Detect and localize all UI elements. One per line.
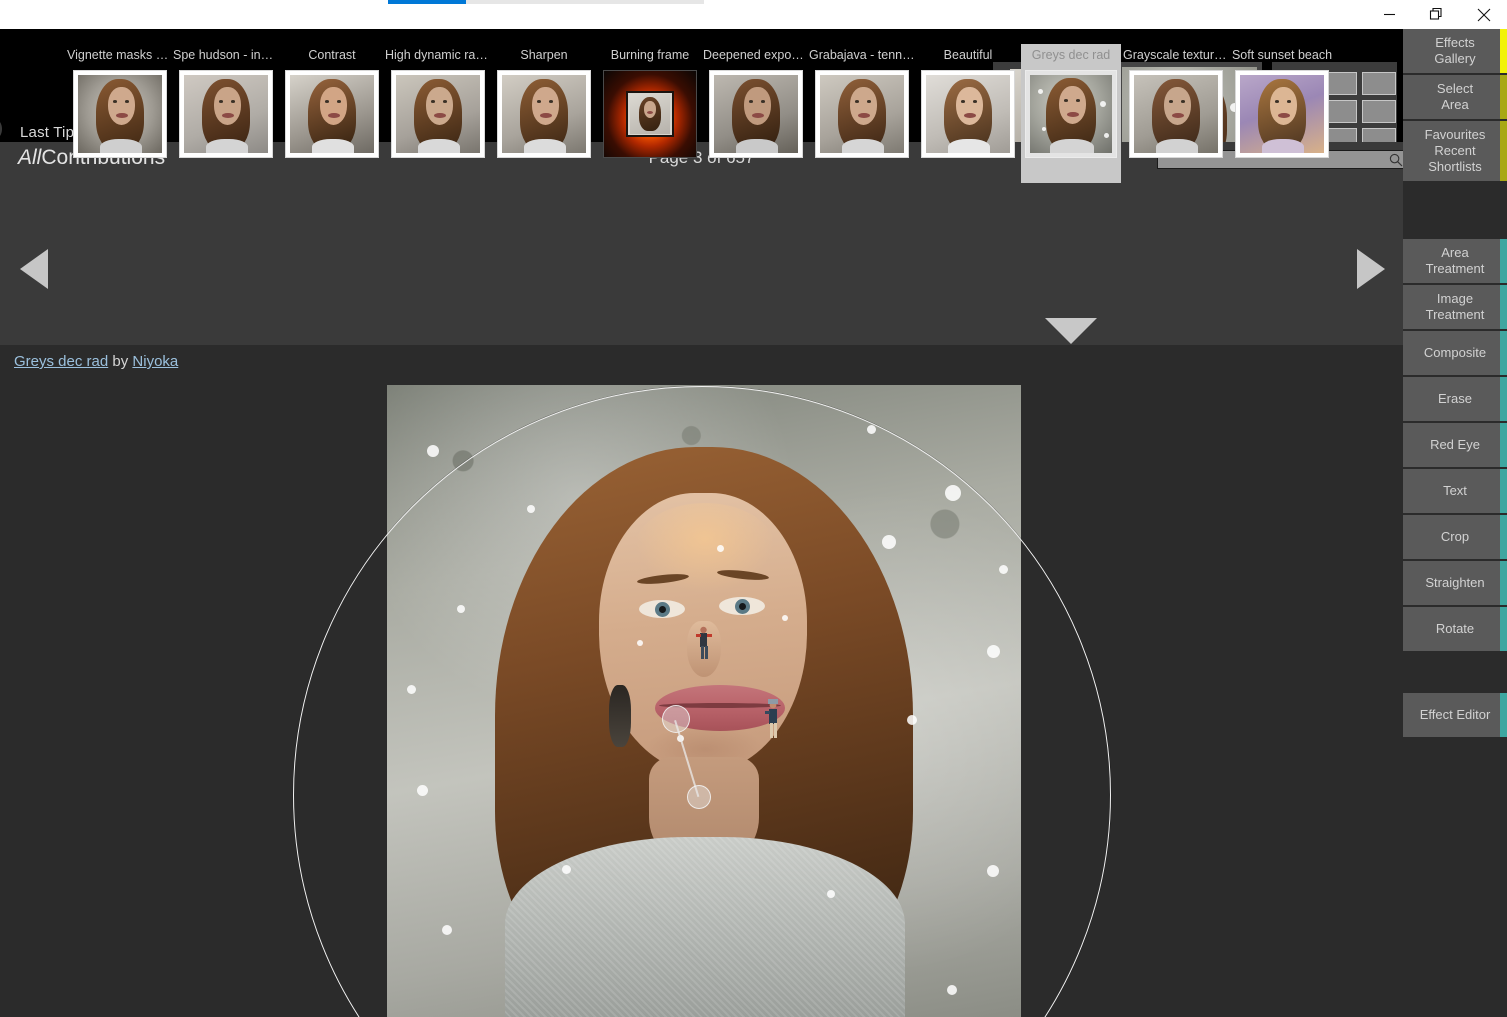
effect-thumb-9-image — [1025, 70, 1117, 158]
effect-thumb-5-label: Burning frame — [610, 48, 690, 62]
sidebar-item-rotate[interactable]: Rotate — [1403, 607, 1507, 651]
effect-thumb-7-label: Grabajava - tennis... — [809, 48, 915, 62]
effect-thumb-2[interactable]: Contrast — [279, 48, 385, 178]
effect-thumb-10-image — [1129, 70, 1223, 158]
effect-thumb-6[interactable]: Deepened exposure — [703, 48, 809, 178]
sidebar-item-accent — [1500, 29, 1507, 73]
sidebar-item-label: Area Treatment — [1425, 245, 1485, 276]
sidebar-item-label: Crop — [1440, 529, 1470, 544]
effect-thumb-selected-pointer-icon — [1045, 318, 1097, 344]
sidebar-item-label: Red Eye — [1430, 437, 1480, 452]
effect-thumb-0-label: Vignette masks 031 — [67, 48, 173, 62]
effect-thumb-11-label: Soft sunset beach — [1231, 48, 1333, 62]
next-page-button[interactable] — [1357, 249, 1385, 289]
sidebar-item-accent — [1500, 469, 1507, 513]
effect-thumb-8-image — [921, 70, 1015, 158]
sidebar-item-accent — [1500, 561, 1507, 605]
effect-thumb-8[interactable]: Beautiful — [915, 48, 1021, 178]
author-link[interactable]: Niyoka — [132, 353, 178, 370]
sidebar-item-favourites-recent-shortlists[interactable]: Favourites Recent Shortlists — [1403, 121, 1507, 181]
effects-thumbnail-strip: Vignette masks 031 Spe hudson - inst... — [0, 0, 1403, 344]
effect-thumb-5-image — [603, 70, 697, 158]
effect-thumb-10[interactable]: Grayscale texture... — [1123, 48, 1229, 178]
effect-thumb-6-label: Deepened exposure — [703, 48, 809, 62]
sidebar-item-accent — [1500, 121, 1507, 181]
credit-by-text: by — [112, 353, 129, 370]
effect-thumb-7[interactable]: Grabajava - tennis... — [809, 48, 915, 178]
sidebar-item-accent — [1500, 377, 1507, 421]
main-image-canvas[interactable] — [387, 385, 1021, 1017]
sidebar-item-accent — [1500, 75, 1507, 119]
sidebar-item-label: Composite — [1423, 345, 1487, 360]
effect-thumb-10-label: Grayscale texture... — [1123, 48, 1229, 62]
composite-figure-nose — [691, 623, 715, 670]
effect-thumb-0[interactable]: Vignette masks 031 — [67, 48, 173, 178]
tools-sidebar: Effects Gallery Select Area Favourites Rec… — [1403, 29, 1507, 1017]
gradient-inner-handle[interactable] — [662, 705, 690, 733]
effect-thumb-1-image — [179, 70, 273, 158]
effect-thumb-7-image — [815, 70, 909, 158]
effect-thumb-3-image — [391, 70, 485, 158]
sidebar-item-label: Effects Gallery — [1434, 35, 1476, 66]
effect-thumb-9-label: Greys dec rad — [1031, 48, 1111, 62]
sidebar-item-label: Favourites Recent Shortlists — [1424, 127, 1486, 174]
sidebar-item-label: Text — [1443, 483, 1467, 498]
effect-thumb-9[interactable]: Greys dec rad — [1021, 44, 1121, 183]
sidebar-item-label: Image Treatment — [1425, 291, 1485, 322]
composite-figure-lip — [759, 695, 785, 748]
sidebar-item-accent — [1500, 239, 1507, 283]
sidebar-item-composite[interactable]: Composite — [1403, 331, 1507, 375]
sidebar-item-straighten[interactable]: Straighten — [1403, 561, 1507, 605]
sidebar-item-erase[interactable]: Erase — [1403, 377, 1507, 421]
sidebar-item-red-eye[interactable]: Red Eye — [1403, 423, 1507, 467]
sidebar-item-accent — [1500, 331, 1507, 375]
sidebar-item-text[interactable]: Text — [1403, 469, 1507, 513]
sidebar-spacer-3 — [1403, 183, 1507, 239]
sidebar-item-effects-gallery[interactable]: Effects Gallery — [1403, 29, 1507, 73]
effect-thumb-6-image — [709, 70, 803, 158]
sidebar-item-select-area[interactable]: Select Area — [1403, 75, 1507, 119]
edited-photo — [387, 385, 1021, 1017]
gradient-outer-handle[interactable] — [687, 785, 711, 809]
sidebar-item-accent — [1500, 607, 1507, 651]
sidebar-item-label: Rotate — [1435, 621, 1475, 636]
effect-thumb-11-image — [1235, 70, 1329, 158]
sidebar-item-effect-editor[interactable]: Effect Editor — [1403, 693, 1507, 737]
close-icon[interactable] — [1460, 0, 1507, 29]
effect-thumb-4-image — [497, 70, 591, 158]
effect-thumb-2-label: Contrast — [308, 48, 356, 62]
effect-thumb-2-image — [285, 70, 379, 158]
effect-name-link[interactable]: Greys dec rad — [14, 353, 108, 370]
effect-thumb-0-image — [73, 70, 167, 158]
effect-thumb-8-label: Beautiful — [943, 48, 993, 62]
previous-page-button[interactable] — [20, 249, 48, 289]
sidebar-item-accent — [1500, 693, 1507, 737]
sidebar-item-label: Straighten — [1425, 575, 1485, 590]
sidebar-item-image-treatment[interactable]: Image Treatment — [1403, 285, 1507, 329]
restore-icon[interactable] — [1413, 0, 1460, 29]
sidebar-item-accent — [1500, 515, 1507, 559]
effect-thumb-3-label: High dynamic range — [385, 48, 491, 62]
application-window: Last Tip Original Image F5 — [0, 0, 1507, 1017]
sidebar-item-label: Erase — [1438, 391, 1472, 406]
sidebar-item-area-treatment[interactable]: Area Treatment — [1403, 239, 1507, 283]
effect-thumb-5[interactable]: Burning frame — [597, 48, 703, 178]
effect-thumb-3[interactable]: High dynamic range — [385, 48, 491, 178]
sidebar-item-accent — [1500, 423, 1507, 467]
effect-thumb-1-label: Spe hudson - inst... — [173, 48, 279, 62]
effect-credit: Greys dec rad by Niyoka — [14, 353, 178, 370]
sidebar-spacer-13 — [1403, 653, 1507, 693]
sidebar-item-label: Effect Editor — [1419, 707, 1491, 722]
effect-thumb-4[interactable]: Sharpen — [491, 48, 597, 178]
effect-thumb-11[interactable]: Soft sunset beach — [1229, 48, 1335, 178]
effect-thumb-1[interactable]: Spe hudson - inst... — [173, 48, 279, 178]
effect-thumb-4-label: Sharpen — [520, 48, 568, 62]
sidebar-item-accent — [1500, 285, 1507, 329]
sidebar-item-label: Select Area — [1436, 81, 1474, 112]
sidebar-item-crop[interactable]: Crop — [1403, 515, 1507, 559]
